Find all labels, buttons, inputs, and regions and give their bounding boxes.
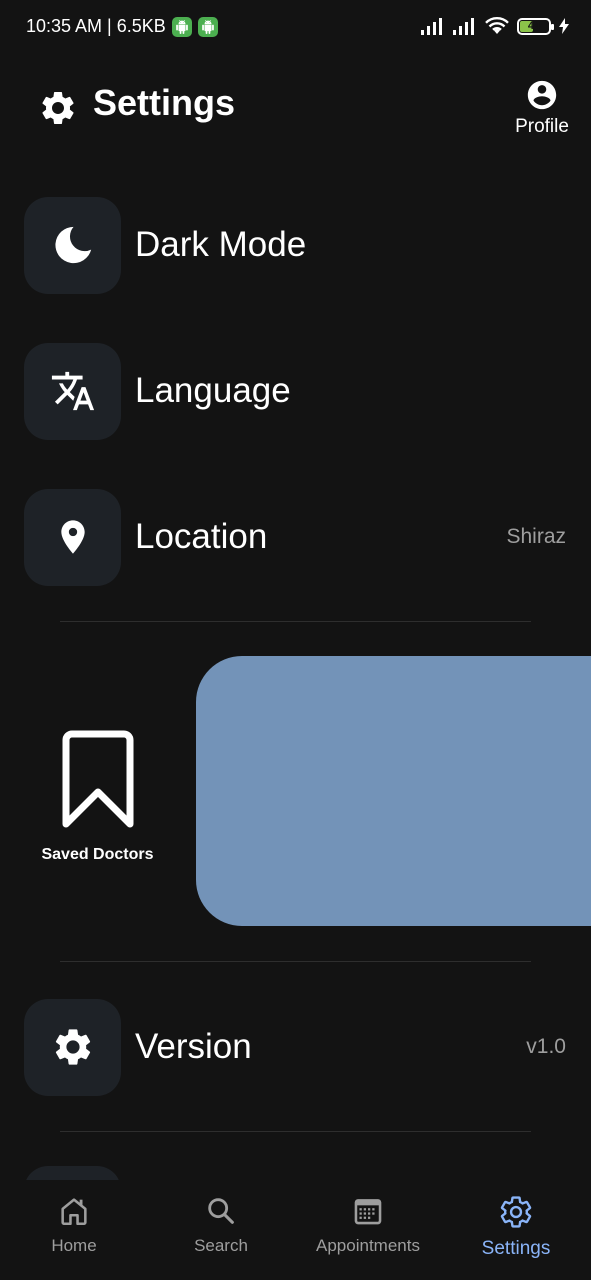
gear-icon (500, 1196, 532, 1228)
nav-home[interactable]: Home (34, 1194, 114, 1256)
signal-icon (421, 18, 442, 35)
location-value: Shiraz (506, 525, 566, 548)
row-icon-tile (24, 998, 121, 1096)
settings-item-language[interactable]: Language (24, 342, 566, 440)
account-circle-icon (527, 80, 557, 110)
home-icon (61, 1198, 87, 1226)
divider (60, 961, 531, 962)
page-title: Settings (93, 82, 236, 123)
status-left: 10:35 AM | 6.5KB (26, 16, 218, 37)
battery-icon: 44 (517, 17, 554, 35)
signal-icon-2 (453, 18, 474, 35)
bookmark-icon (62, 730, 133, 828)
row-icon-tile (24, 342, 121, 440)
calendar-icon (354, 1199, 382, 1225)
settings-item-label: Dark Mode (135, 225, 307, 264)
nav-settings[interactable]: Settings (470, 1194, 562, 1260)
nav-search[interactable]: Search (181, 1194, 261, 1256)
settings-item-location[interactable]: Location Shiraz (24, 488, 566, 586)
bottom-nav: Home Search Appointments Settings (0, 1180, 591, 1280)
settings-item-label: Version (135, 1027, 252, 1066)
saved-doctors-panel[interactable] (196, 656, 591, 926)
gear-icon (55, 1029, 90, 1065)
profile-button[interactable]: Profile (512, 78, 572, 138)
location-pin-icon (60, 520, 85, 554)
saved-doctors-label: Saved Doctors (41, 846, 154, 863)
nav-label: Search (194, 1236, 248, 1255)
android-notification-icon (171, 16, 192, 37)
settings-item-dark-mode[interactable]: Dark Mode (24, 196, 566, 294)
profile-label: Profile (515, 116, 569, 137)
moon-icon (54, 226, 91, 264)
wifi-icon (485, 17, 509, 34)
search-icon (208, 1198, 234, 1224)
settings-item-version[interactable]: Version v1.0 (24, 998, 566, 1096)
divider (60, 1131, 531, 1132)
status-bar: 10:35 AM | 6.5KB 44 (0, 0, 591, 56)
battery-level: 44 (527, 20, 541, 32)
nav-appointments[interactable]: Appointments (308, 1194, 428, 1256)
row-icon-tile (24, 196, 121, 294)
row-icon-tile (24, 488, 121, 586)
saved-doctors-button[interactable]: Saved Doctors (30, 730, 165, 864)
settings-item-label: Language (135, 371, 291, 410)
nav-label: Settings (481, 1238, 551, 1259)
header: Settings Profile (0, 70, 591, 150)
android-notification-icon-2 (197, 16, 218, 37)
divider (60, 621, 531, 622)
charging-bolt-icon (559, 18, 569, 34)
version-value: v1.0 (526, 1035, 566, 1058)
nav-label: Appointments (316, 1236, 420, 1255)
status-time: 10:35 AM | 6.5KB (26, 16, 166, 36)
settings-item-label: Location (135, 517, 268, 556)
settings-gear-icon (42, 91, 74, 124)
status-right: 44 (421, 16, 569, 36)
nav-label: Home (51, 1236, 97, 1255)
translate-icon (51, 371, 94, 411)
